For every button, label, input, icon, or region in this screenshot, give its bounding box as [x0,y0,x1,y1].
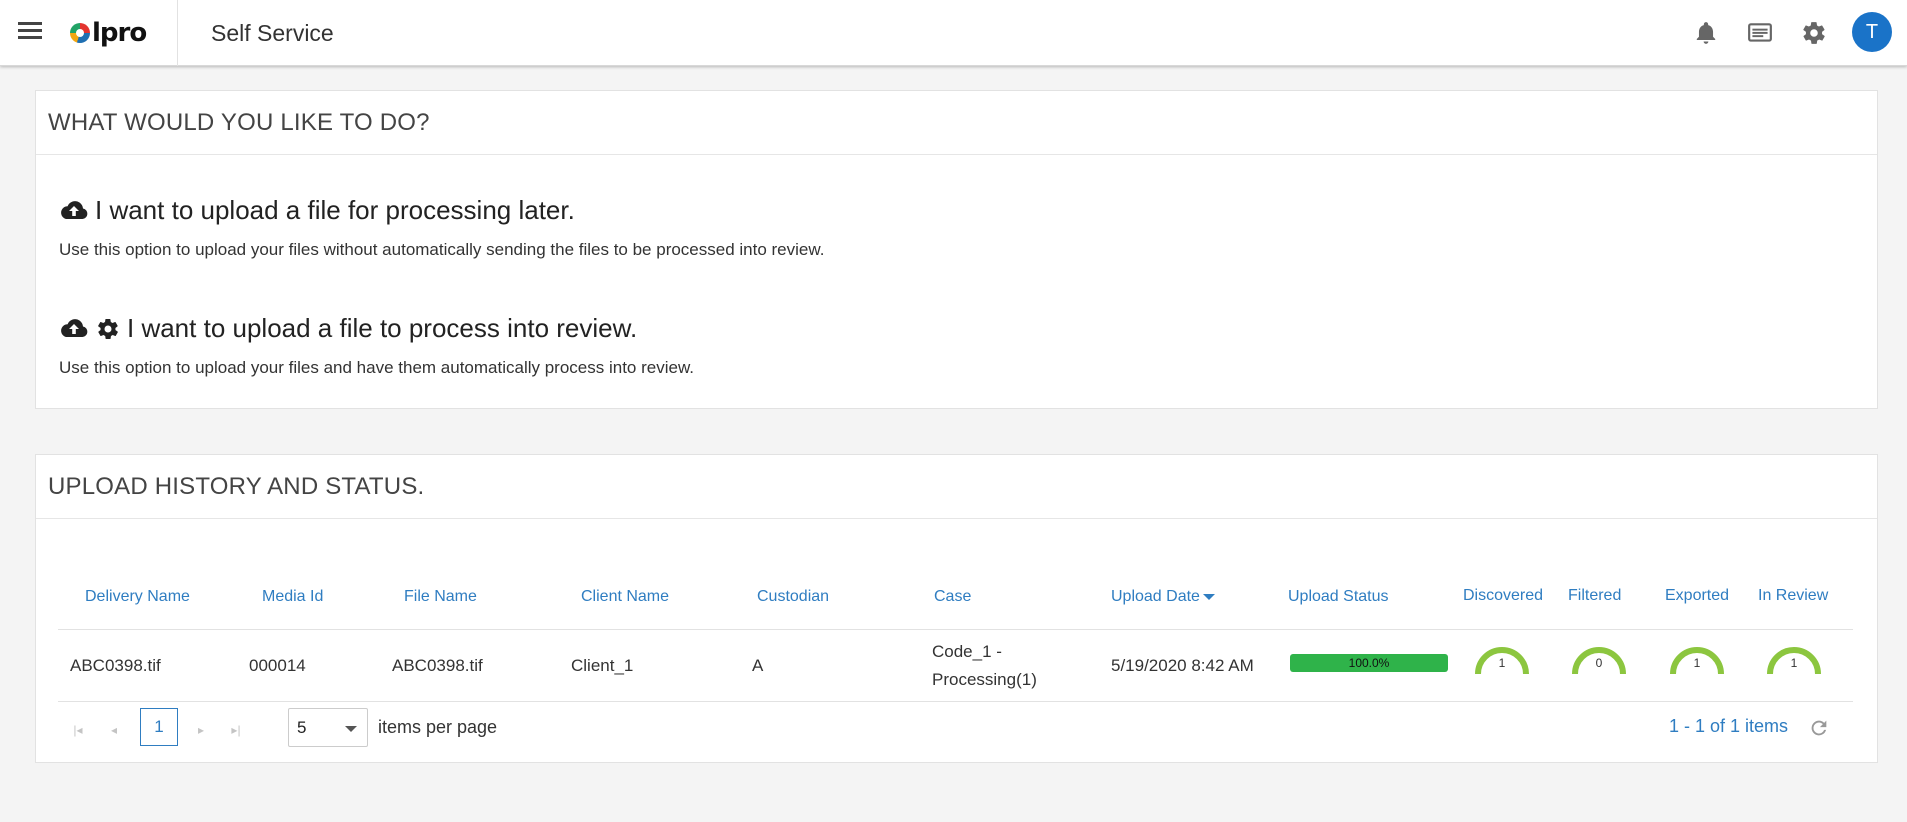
page-number-button[interactable]: 1 [140,708,178,746]
col-delivery-name[interactable]: Delivery Name [85,588,190,606]
upload-process-label: I want to upload a file to process into … [127,313,638,343]
col-exported[interactable]: Exported [1665,587,1729,605]
cloud-upload-icon [61,318,88,337]
cell-client-name: Client_1 [571,656,634,675]
upload-later-option[interactable]: I want to upload a file for processing l… [59,195,824,260]
gear-icon[interactable] [1801,20,1827,46]
cell-case-line1: Code_1 - [932,642,1002,661]
cell-file-name: ABC0398.tif [392,656,483,675]
filtered-gauge: 0 [1570,640,1628,675]
discovered-gauge: 1 [1473,640,1531,675]
upload-process-title: I want to upload a file to process into … [59,313,694,344]
actions-panel-title: WHAT WOULD YOU LIKE TO DO? [36,91,1877,155]
upload-status-progress: 100.0% [1290,654,1448,672]
top-bar: lpro Self Service T [0,0,1907,66]
col-upload-date-label: Upload Date [1111,588,1200,605]
page-size-select[interactable]: 5 [288,708,368,747]
sort-desc-icon [1202,593,1215,600]
in-review-value: 1 [1790,656,1798,670]
progress-text: 100.0% [1348,656,1390,670]
history-panel-title: UPLOAD HISTORY AND STATUS. [36,455,1877,519]
cell-custodian: A [752,656,764,675]
col-upload-status[interactable]: Upload Status [1288,588,1389,606]
col-in-review[interactable]: In Review [1758,587,1828,605]
upload-later-label: I want to upload a file for processing l… [95,195,575,225]
cell-delivery-name: ABC0398.tif [70,656,161,675]
upload-history-grid: Delivery Name Media Id File Name Client … [58,562,1853,762]
cell-case-line2: Processing(1) [932,670,1037,689]
avatar[interactable]: T [1852,12,1892,52]
logo[interactable]: lpro [70,18,147,48]
upload-later-desc: Use this option to upload your files wit… [59,240,825,259]
col-media-id[interactable]: Media Id [262,588,323,606]
cloud-upload-icon [61,200,88,219]
table-row[interactable]: ABC0398.tif 000014 ABC0398.tif Client_1 … [58,630,1853,702]
upload-process-option[interactable]: I want to upload a file to process into … [59,313,694,378]
refresh-icon[interactable] [1808,717,1830,739]
col-client-name[interactable]: Client Name [581,588,669,606]
history-panel: UPLOAD HISTORY AND STATUS. Delivery Name… [35,454,1878,763]
filtered-value: 0 [1595,656,1603,670]
logo-mark-icon [70,23,90,43]
prev-page-icon[interactable]: ◂ [106,722,122,738]
upload-process-desc: Use this option to upload your files and… [59,358,695,377]
col-discovered[interactable]: Discovered [1463,587,1543,605]
actions-panel: WHAT WOULD YOU LIKE TO DO? I want to upl… [35,90,1878,409]
menu-icon[interactable] [18,22,42,42]
exported-value: 1 [1693,656,1701,670]
exported-gauge: 1 [1668,640,1726,675]
discovered-value: 1 [1498,656,1506,670]
last-page-icon[interactable]: ▸| [228,722,244,738]
app-title: Self Service [211,20,334,46]
pager: |◂ ◂ 1 ▸ ▸| 5 items per page 1 - 1 of 1 … [58,702,1853,762]
items-per-page-label: items per page [378,717,498,737]
next-page-icon[interactable]: ▸ [193,722,209,738]
logo-text: lpro [92,18,147,48]
gear-icon [98,318,118,339]
message-icon[interactable] [1747,20,1773,46]
col-filtered[interactable]: Filtered [1568,587,1621,605]
in-review-gauge: 1 [1765,640,1823,675]
col-case[interactable]: Case [934,588,971,606]
bell-icon[interactable] [1693,20,1719,46]
chevron-down-icon [345,726,357,732]
col-file-name[interactable]: File Name [404,588,477,606]
pager-info: 1 - 1 of 1 items [1669,716,1789,736]
cell-media-id: 000014 [249,656,306,675]
cell-upload-date: 5/19/2020 8:42 AM [1111,656,1254,675]
header-divider [177,0,178,66]
upload-later-title: I want to upload a file for processing l… [59,195,824,226]
page-size-value: 5 [297,717,307,737]
first-page-icon[interactable]: |◂ [70,722,86,738]
col-custodian[interactable]: Custodian [757,588,829,606]
grid-header: Delivery Name Media Id File Name Client … [58,562,1853,630]
col-upload-date[interactable]: Upload Date [1111,588,1215,606]
